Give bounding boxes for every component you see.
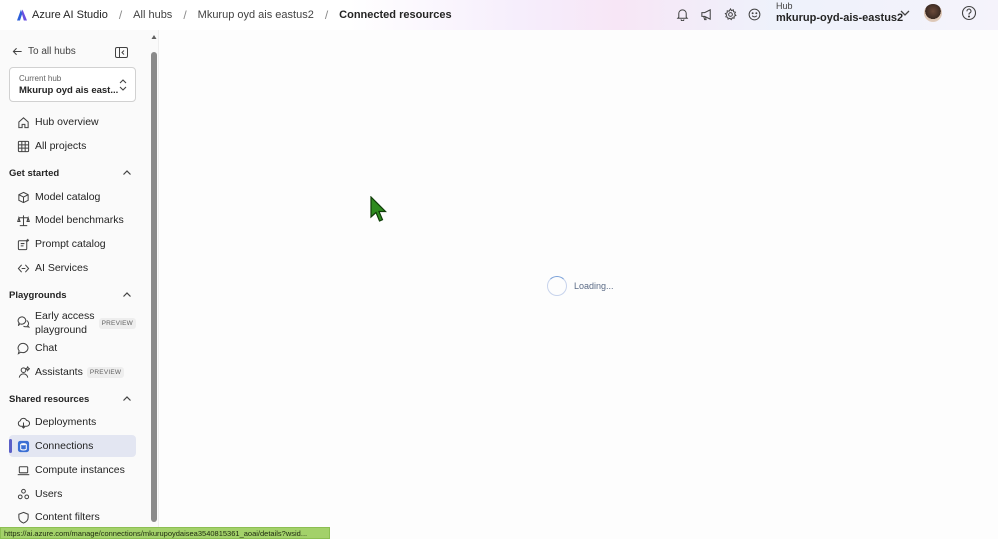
- sidebar-scrollbar[interactable]: [150, 30, 158, 527]
- current-hub-select[interactable]: Current hub Mkurup oyd ais east...: [9, 67, 136, 102]
- cube-icon: [18, 191, 29, 203]
- chevron-down-icon[interactable]: [898, 6, 912, 20]
- grid-icon: [17, 140, 30, 152]
- help-icon[interactable]: [961, 5, 977, 21]
- scroll-up-arrow-icon[interactable]: [151, 34, 157, 40]
- section-title: Playgrounds: [9, 289, 67, 301]
- sidebar-item-content-filters[interactable]: Content filters: [9, 506, 136, 528]
- spinner-icon: [547, 276, 567, 296]
- sidebar-item-label: Model benchmarks: [35, 214, 124, 226]
- sidebar-item-hub-overview[interactable]: Hub overview: [9, 111, 136, 133]
- breadcrumb-separator: /: [324, 8, 329, 22]
- sidebar-item-label: Compute instances: [35, 464, 125, 476]
- collapse-panel-icon[interactable]: [115, 47, 128, 58]
- sidebar-item-label: Content filters: [35, 511, 100, 523]
- current-hub-caption: Current hub: [19, 74, 62, 83]
- section-get-started[interactable]: Get started: [9, 165, 136, 181]
- chevron-up-icon: [123, 292, 131, 297]
- breadcrumb-all-hubs[interactable]: All hubs: [133, 9, 172, 21]
- back-to-all-hubs[interactable]: To all hubs: [12, 46, 76, 57]
- sidebar-item-early-access-playground[interactable]: Early access playground PREVIEW: [9, 307, 136, 337]
- sidebar-item-label: Assistants: [35, 366, 83, 378]
- avatar[interactable]: [924, 4, 942, 22]
- bell-icon[interactable]: [672, 5, 692, 23]
- sidebar-item-label: Users: [35, 488, 63, 500]
- top-icons: [672, 5, 768, 23]
- sidebar-item-chat[interactable]: Chat: [9, 337, 136, 359]
- loading-text: Loading...: [574, 281, 614, 291]
- sidebar-item-label: Hub overview: [35, 116, 99, 128]
- chat-bubbles-icon: [17, 316, 30, 328]
- chevron-up-icon: [123, 170, 131, 175]
- sidebar-item-all-projects[interactable]: All projects: [9, 135, 136, 157]
- brand-name: Azure AI Studio: [32, 9, 108, 21]
- database-icon: [17, 440, 30, 452]
- laptop-icon: [17, 465, 30, 475]
- hub-name: mkurup-oyd-ais-eastus2: [776, 12, 904, 24]
- sidebar-item-users[interactable]: Users: [9, 483, 136, 505]
- sidebar-item-assistants[interactable]: Assistants PREVIEW: [9, 361, 136, 383]
- breadcrumb-hub[interactable]: Mkurup oyd ais eastus2: [198, 9, 314, 21]
- breadcrumb-separator: /: [183, 8, 187, 22]
- ai-services-icon: [17, 263, 30, 273]
- hub-label: Hub: [776, 1, 793, 11]
- sidebar-item-compute-instances[interactable]: Compute instances: [9, 459, 136, 481]
- mouse-cursor-icon: [370, 196, 387, 222]
- chevron-up-icon: [123, 396, 131, 401]
- sidebar-item-model-catalog[interactable]: Model catalog: [9, 186, 136, 208]
- sidebar-item-label: Model catalog: [35, 191, 101, 203]
- sidebar-item-model-benchmarks[interactable]: Model benchmarks: [9, 209, 136, 231]
- sidebar-item-label: AI Services: [35, 262, 89, 274]
- status-url-bar: https://ai.azure.com/manage/connections/…: [0, 527, 330, 539]
- sidebar-item-label: Early access playground: [35, 310, 95, 336]
- loading-indicator: Loading...: [547, 276, 614, 296]
- sidebar-item-deployments[interactable]: Deployments: [9, 411, 136, 433]
- current-hub-value: Mkurup oyd ais east...: [19, 85, 119, 96]
- gear-icon[interactable]: [720, 5, 740, 23]
- chat-icon: [17, 342, 29, 355]
- sidebar-item-ai-services[interactable]: AI Services: [9, 257, 136, 279]
- section-playgrounds[interactable]: Playgrounds: [9, 287, 136, 303]
- scale-icon: [17, 214, 30, 226]
- home-icon: [18, 116, 29, 128]
- sidebar-item-label: Chat: [35, 342, 58, 354]
- chevron-up-down-icon: [119, 79, 127, 91]
- sidebar-item-prompt-catalog[interactable]: Prompt catalog: [9, 233, 136, 255]
- preview-badge: PREVIEW: [98, 318, 136, 329]
- back-label: To all hubs: [28, 46, 76, 57]
- breadcrumb-separator: /: [118, 8, 123, 22]
- sidebar-item-label: All projects: [35, 140, 87, 152]
- top-bar: Azure AI Studio / All hubs / Mkurup oyd …: [0, 0, 998, 30]
- scroll-thumb[interactable]: [151, 52, 157, 522]
- section-title: Shared resources: [9, 393, 90, 405]
- section-title: Get started: [9, 167, 60, 179]
- sidebar: To all hubs Current hub Mkurup oyd ais e…: [0, 30, 150, 539]
- shield-icon: [18, 511, 29, 524]
- sidebar-item-label: Prompt catalog: [35, 238, 106, 250]
- people-icon: [17, 488, 30, 499]
- sidebar-item-label: Connections: [35, 440, 94, 452]
- arrow-left-icon: [12, 47, 22, 56]
- megaphone-icon[interactable]: [696, 5, 716, 23]
- smiley-icon[interactable]: [744, 5, 764, 23]
- main-content: Loading...: [158, 30, 998, 539]
- preview-badge: PREVIEW: [86, 366, 125, 378]
- prompt-icon: [17, 238, 30, 250]
- breadcrumb-current: Connected resources: [339, 9, 452, 21]
- section-shared-resources[interactable]: Shared resources: [9, 391, 136, 407]
- sidebar-item-label: Deployments: [35, 416, 97, 428]
- brand[interactable]: Azure AI Studio: [0, 9, 108, 21]
- azure-logo-icon: [17, 9, 27, 21]
- hub-switcher[interactable]: Hub mkurup-oyd-ais-eastus2: [776, 1, 903, 24]
- cloud-icon: [17, 417, 30, 429]
- assistant-icon: [18, 365, 30, 378]
- sidebar-item-connections[interactable]: Connections: [9, 435, 136, 457]
